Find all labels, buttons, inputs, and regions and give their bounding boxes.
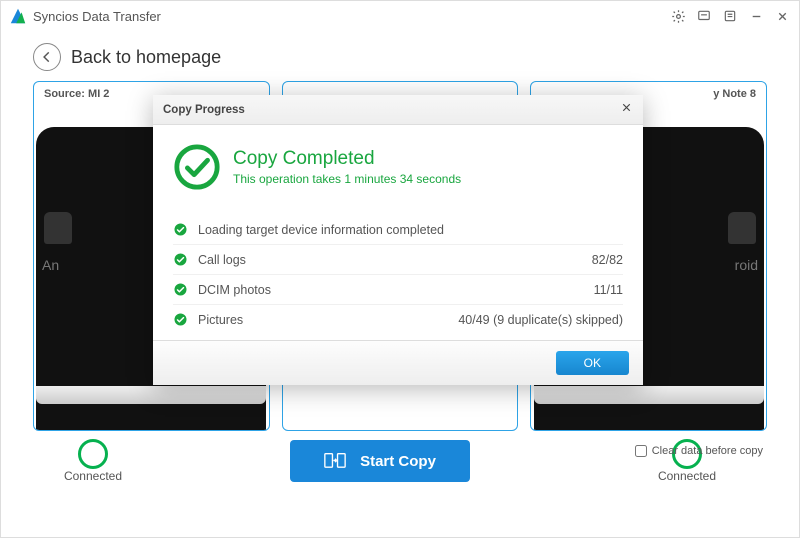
app-title: Syncios Data Transfer: [33, 9, 661, 24]
item-count: 82/82: [592, 253, 623, 267]
android-icon: [728, 212, 756, 244]
source-connection-status: Connected: [33, 439, 153, 483]
copy-progress-dialog: Copy Progress Copy Completed This operat…: [153, 95, 643, 385]
titlebar: Syncios Data Transfer: [1, 1, 799, 31]
dialog-body: Copy Completed This operation takes 1 mi…: [153, 125, 643, 340]
connected-label: Connected: [658, 469, 716, 483]
settings-icon[interactable]: [669, 7, 687, 25]
dialog-close-button[interactable]: [620, 101, 633, 119]
start-copy-button[interactable]: Start Copy: [290, 440, 470, 482]
progress-item: Call logs82/82: [173, 244, 623, 274]
monitor-base-icon: [36, 386, 266, 404]
source-os-label: An: [42, 257, 59, 273]
progress-item: Pictures40/49 (9 duplicate(s) skipped): [173, 304, 623, 334]
target-device: y Note 8: [713, 88, 756, 100]
dialog-titlebar: Copy Progress: [153, 95, 643, 125]
app-logo-icon: [9, 7, 27, 25]
transfer-icon: [324, 452, 346, 470]
target-os-label: roid: [735, 257, 758, 273]
item-check-icon: [173, 252, 188, 267]
progress-item: DCIM photos11/11: [173, 274, 623, 304]
monitor-base-icon: [534, 386, 764, 404]
item-count: 11/11: [594, 283, 623, 297]
source-prefix: Source:: [44, 88, 85, 100]
back-button[interactable]: [33, 43, 61, 71]
item-label: Loading target device information comple…: [198, 223, 623, 237]
dialog-title: Copy Progress: [163, 104, 245, 116]
clear-data-label: Clear data before copy: [652, 445, 763, 457]
connected-icon: [78, 439, 108, 469]
item-check-icon: [173, 282, 188, 297]
item-check-icon: [173, 312, 188, 327]
item-label: DCIM photos: [198, 283, 594, 297]
dialog-subtitle: This operation takes 1 minutes 34 second…: [233, 172, 461, 186]
item-label: Call logs: [198, 253, 592, 267]
dialog-footer: OK: [153, 340, 643, 385]
breadcrumb: Back to homepage: [1, 31, 799, 81]
connected-label: Connected: [64, 469, 122, 483]
progress-item: Loading target device information comple…: [173, 215, 623, 244]
menu-icon[interactable]: [721, 7, 739, 25]
item-count: 40/49 (9 duplicate(s) skipped): [458, 313, 623, 327]
android-icon: [44, 212, 72, 244]
success-check-icon: [173, 143, 221, 191]
start-copy-label: Start Copy: [360, 453, 436, 470]
clear-data-input[interactable]: [635, 445, 647, 457]
minimize-icon[interactable]: [747, 7, 765, 25]
clear-data-checkbox[interactable]: Clear data before copy: [635, 445, 763, 457]
progress-item-list: Loading target device information comple…: [173, 215, 623, 334]
item-label: Pictures: [198, 313, 458, 327]
dialog-heading: Copy Completed: [233, 148, 461, 170]
source-device: MI 2: [88, 88, 109, 100]
item-check-icon: [173, 222, 188, 237]
footer-row: Connected Start Copy Connected Clear dat…: [1, 439, 799, 483]
feedback-icon[interactable]: [695, 7, 713, 25]
back-label[interactable]: Back to homepage: [71, 47, 221, 68]
ok-button[interactable]: OK: [556, 351, 629, 375]
close-icon[interactable]: [773, 7, 791, 25]
